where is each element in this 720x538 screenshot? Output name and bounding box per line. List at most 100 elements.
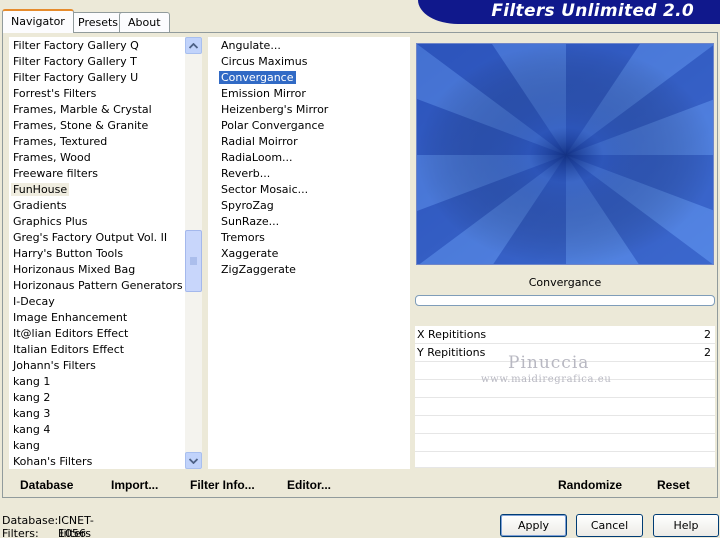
editor-button[interactable]: Editor...: [287, 478, 331, 492]
category-item[interactable]: Frames, Textured: [11, 134, 109, 150]
category-item[interactable]: kang 4: [11, 422, 52, 438]
category-item[interactable]: kang 3: [11, 406, 52, 422]
category-item[interactable]: Gradients: [11, 198, 69, 214]
filter-item-label: Polar Convergance: [221, 119, 325, 132]
status-filters: Filters: 1056: [2, 527, 86, 538]
cancel-button[interactable]: Cancel: [576, 514, 643, 537]
filter-item[interactable]: Sector Mosaic...: [219, 182, 310, 198]
category-item[interactable]: Italian Editors Effect: [11, 342, 126, 358]
filter-item-label: Reverb...: [221, 167, 271, 180]
tab-navigator[interactable]: Navigator: [2, 9, 74, 33]
category-item-label: Frames, Stone & Granite: [13, 119, 149, 132]
param-row-empty: [415, 416, 715, 434]
category-item-label: Gradients: [13, 199, 67, 212]
import-button[interactable]: Import...: [111, 478, 158, 492]
apply-button[interactable]: Apply: [500, 514, 567, 537]
category-item[interactable]: Horizonaus Mixed Bag: [11, 262, 137, 278]
category-list[interactable]: Filter Factory Gallery Q Filter Factory G…: [9, 37, 185, 469]
category-item[interactable]: Kohan's Filters: [11, 454, 94, 469]
selected-filter-label: Convergance: [528, 276, 602, 289]
category-item-label: Graphics Plus: [13, 215, 88, 228]
filter-item[interactable]: SpyroZag: [219, 198, 276, 214]
category-item-label: Horizonaus Pattern Generators: [13, 279, 183, 292]
category-item[interactable]: Image Enhancement: [11, 310, 129, 326]
category-item[interactable]: Filter Factory Gallery Q: [11, 38, 141, 54]
category-item[interactable]: Filter Factory Gallery T: [11, 54, 139, 70]
param-row-empty: [415, 434, 715, 452]
category-item[interactable]: kang: [11, 438, 42, 454]
filter-item-label: Convergance: [219, 71, 296, 84]
filter-item[interactable]: Tremors: [219, 230, 267, 246]
category-item[interactable]: Frames, Marble & Crystal: [11, 102, 154, 118]
category-item[interactable]: Frames, Stone & Granite: [11, 118, 150, 134]
category-item[interactable]: Harry's Button Tools: [11, 246, 125, 262]
filter-item[interactable]: Reverb...: [219, 166, 272, 182]
scroll-down-button[interactable]: [185, 452, 202, 469]
randomize-button[interactable]: Randomize: [558, 478, 622, 492]
filter-item[interactable]: SunRaze...: [219, 214, 281, 230]
filter-item-label: Angulate...: [221, 39, 281, 52]
filter-item-label: Circus Maximus: [221, 55, 308, 68]
category-item[interactable]: It@lian Editors Effect: [11, 326, 130, 342]
reset-button[interactable]: Reset: [657, 478, 690, 492]
category-item-label: Horizonaus Mixed Bag: [13, 263, 136, 276]
category-item[interactable]: Graphics Plus: [11, 214, 89, 230]
filter-item-label: Xaggerate: [221, 247, 279, 260]
category-item[interactable]: Horizonaus Pattern Generators: [11, 278, 185, 294]
category-item-label: Kohan's Filters: [13, 455, 93, 468]
tab-about[interactable]: About: [119, 12, 170, 32]
category-item[interactable]: Johann's Filters: [11, 358, 98, 374]
watermark-name: Pinuccia: [508, 353, 590, 373]
filter-item-label: Sector Mosaic...: [221, 183, 309, 196]
scroll-thumb[interactable]: [185, 230, 202, 292]
param-value: 2: [704, 328, 711, 341]
category-item-label: Forrest's Filters: [13, 87, 97, 100]
category-item-label: kang 1: [13, 375, 51, 388]
status-filters-label: Filters:: [2, 527, 39, 538]
filter-list[interactable]: Angulate... Circus Maximus Convergance Emis…: [208, 37, 410, 469]
filter-item[interactable]: Radial Moirror: [219, 134, 300, 150]
category-item-label: Image Enhancement: [13, 311, 128, 324]
filter-item[interactable]: Xaggerate: [219, 246, 280, 262]
filter-item-label: Emission Mirror: [221, 87, 306, 100]
category-item[interactable]: kang 1: [11, 374, 52, 390]
filter-item[interactable]: RadiaLoom...: [219, 150, 295, 166]
filter-item[interactable]: ZigZaggerate: [219, 262, 298, 278]
filter-item[interactable]: Convergance: [219, 70, 296, 86]
title-banner: Filters Unlimited 2.0: [418, 0, 720, 24]
category-item[interactable]: kang 2: [11, 390, 52, 406]
category-scrollbar[interactable]: [185, 37, 202, 469]
category-item[interactable]: I-Decay: [11, 294, 57, 310]
category-item-label: Greg's Factory Output Vol. II: [13, 231, 168, 244]
filter-item[interactable]: Angulate...: [219, 38, 283, 54]
filter-item[interactable]: Polar Convergance: [219, 118, 326, 134]
param-row-x[interactable]: X Repititions 2: [415, 326, 715, 344]
category-item[interactable]: FunHouse: [11, 182, 70, 198]
grip-icon: [190, 257, 197, 265]
category-item[interactable]: Freeware filters: [11, 166, 100, 182]
category-item-label: kang 3: [13, 407, 51, 420]
app-title: Filters Unlimited 2.0: [491, 1, 694, 21]
category-item[interactable]: Greg's Factory Output Vol. II: [11, 230, 169, 246]
category-item-label: It@lian Editors Effect: [13, 327, 129, 340]
category-item-label: Harry's Button Tools: [13, 247, 124, 260]
help-button[interactable]: Help: [653, 514, 719, 537]
status-filters-value: 1056: [58, 527, 86, 538]
param-row-empty: [415, 398, 715, 416]
category-item[interactable]: Forrest's Filters: [11, 86, 98, 102]
filter-item[interactable]: Heizenberg's Mirror: [219, 102, 330, 118]
filter-item-label: ZigZaggerate: [221, 263, 296, 276]
scroll-up-button[interactable]: [185, 37, 202, 54]
status-database-label: Database:: [2, 514, 59, 527]
preview-image: [416, 43, 714, 265]
filter-item[interactable]: Circus Maximus: [219, 54, 309, 70]
database-button[interactable]: Database: [20, 478, 73, 492]
category-item-label: Frames, Textured: [13, 135, 108, 148]
filter-item[interactable]: Emission Mirror: [219, 86, 308, 102]
category-item-label: kang 2: [13, 391, 51, 404]
category-item[interactable]: Filter Factory Gallery U: [11, 70, 140, 86]
param-row-empty: [415, 452, 715, 468]
category-item-label: Filter Factory Gallery T: [13, 55, 137, 68]
filter-info-button[interactable]: Filter Info...: [190, 478, 255, 492]
category-item[interactable]: Frames, Wood: [11, 150, 93, 166]
